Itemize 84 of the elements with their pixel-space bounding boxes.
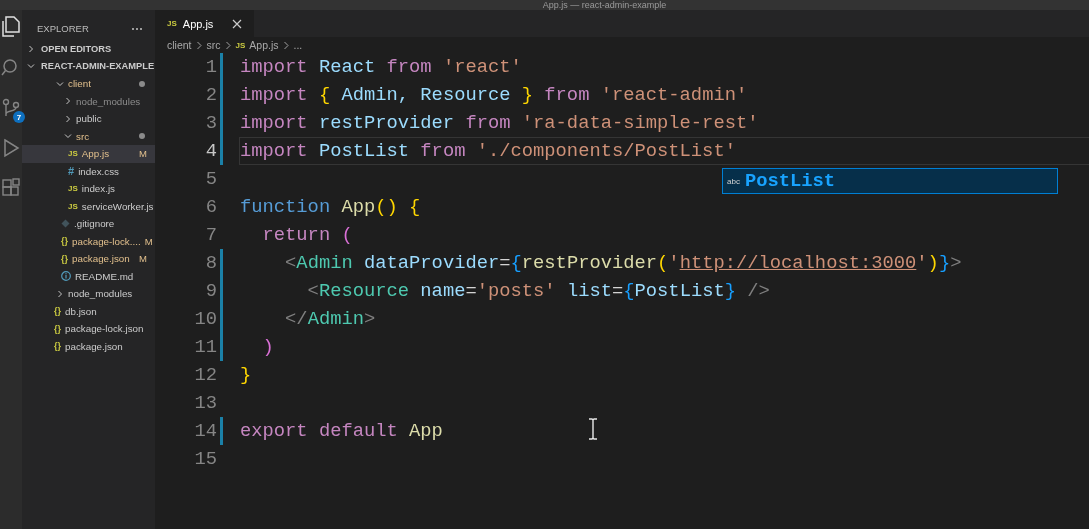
- file-item[interactable]: JS index.js: [22, 180, 155, 198]
- code-line: </Admin>: [284, 307, 377, 332]
- section-header[interactable]: REACT-ADMIN-EXAMPLE: [22, 57, 155, 75]
- braces-icon: {}: [54, 323, 61, 334]
- code-line: import React from 'react': [239, 55, 523, 80]
- folder-item[interactable]: node_modules: [22, 92, 155, 110]
- file-item[interactable]: JS App.js M: [22, 145, 155, 163]
- braces-icon: {}: [54, 341, 61, 352]
- braces-icon: {}: [61, 236, 68, 247]
- breadcrumb-item[interactable]: ...: [293, 39, 303, 51]
- js-file-icon: JS: [68, 149, 78, 159]
- close-icon[interactable]: [232, 18, 242, 29]
- file-item[interactable]: {} package-lock.json: [22, 320, 155, 338]
- line-number: 11: [193, 336, 217, 358]
- line-number: 8: [204, 252, 217, 274]
- git-status-label: M: [139, 148, 147, 160]
- line-number: 13: [193, 392, 217, 414]
- js-file-icon: JS: [235, 40, 246, 50]
- suggestion-item[interactable]: abc PostList: [723, 169, 1057, 193]
- code-line: ): [261, 335, 275, 360]
- js-file-icon: JS: [68, 184, 78, 194]
- git-status-label: M: [139, 253, 147, 265]
- line-number: 1: [204, 56, 217, 78]
- files-icon[interactable]: [1, 16, 21, 38]
- folder-item[interactable]: client: [22, 75, 155, 93]
- more-icon[interactable]: [131, 26, 143, 31]
- line-number: 14: [193, 420, 217, 442]
- source-control-icon[interactable]: [1, 98, 21, 118]
- line-number: 6: [204, 196, 217, 218]
- line-number: 15: [193, 448, 217, 470]
- file-item[interactable]: {} package.json M: [22, 250, 155, 268]
- breadcrumb-item[interactable]: client: [167, 39, 192, 51]
- js-file-icon: JS: [68, 201, 78, 211]
- code-line: }: [239, 363, 253, 388]
- file-item[interactable]: # index.css: [22, 162, 155, 180]
- braces-icon: {}: [54, 306, 61, 317]
- file-item[interactable]: README.md: [22, 267, 155, 285]
- code-line: import { Admin, Resource } from 'react-admin': [239, 83, 749, 108]
- line-number: 3: [204, 112, 217, 134]
- text-cursor-icon: [588, 418, 598, 440]
- file-item[interactable]: .gitignore: [22, 215, 155, 233]
- file-item[interactable]: {} db.json: [22, 302, 155, 320]
- run-icon[interactable]: [1, 138, 21, 158]
- hash-icon: #: [68, 165, 75, 178]
- file-item[interactable]: JS serviceWorker.js: [22, 197, 155, 215]
- line-number: 12: [193, 364, 217, 386]
- code-line: <Admin dataProvider={restProvider('http://localhost:3000')}>: [284, 251, 963, 276]
- window-title: App.js — react-admin-example: [542, 0, 667, 10]
- code-line: return (: [261, 223, 354, 248]
- modified-dot: [139, 80, 145, 87]
- line-number: 4: [204, 140, 217, 162]
- section-header[interactable]: OPEN EDITORS: [22, 40, 155, 58]
- line-number: 5: [204, 168, 217, 190]
- folder-item[interactable]: node_modules: [22, 285, 155, 303]
- count-badge: 7: [13, 111, 25, 123]
- chevron-icon: [224, 40, 232, 50]
- line-number: 9: [204, 280, 217, 302]
- line-number: 10: [193, 308, 217, 330]
- info-icon: [61, 271, 71, 282]
- chevron-icon: [195, 40, 203, 50]
- braces-icon: {}: [61, 253, 68, 264]
- diamond-icon: [61, 219, 70, 229]
- breadcrumb-item[interactable]: App.js: [249, 39, 279, 51]
- code-line: import PostList from './components/PostList': [239, 137, 1089, 165]
- git-status-label: M: [144, 235, 153, 247]
- code-line: function App() {: [239, 195, 422, 220]
- extensions-icon[interactable]: [1, 178, 21, 198]
- text-icon: abc: [727, 176, 740, 186]
- editor-tab[interactable]: JS App.js: [155, 10, 254, 37]
- folder-item[interactable]: src: [22, 127, 155, 145]
- file-item[interactable]: {} package-lock.... M: [22, 232, 155, 250]
- chevron-icon: [282, 40, 290, 50]
- code-line: export default App: [239, 419, 444, 444]
- breadcrumb-item[interactable]: src: [206, 39, 221, 51]
- sidebar-title: EXPLORER: [37, 23, 89, 34]
- code-line: import restProvider from 'ra-data-simple-rest': [239, 111, 760, 136]
- line-number: 7: [204, 224, 217, 246]
- js-file-icon: JS: [167, 19, 177, 28]
- code-line: <Resource name='posts' list={PostList} />: [306, 279, 771, 304]
- folder-item[interactable]: public: [22, 110, 155, 128]
- file-item[interactable]: {} package.json: [22, 337, 155, 355]
- chevron-icon: [56, 289, 64, 298]
- modified-dot: [139, 133, 145, 140]
- line-number: 2: [204, 84, 217, 106]
